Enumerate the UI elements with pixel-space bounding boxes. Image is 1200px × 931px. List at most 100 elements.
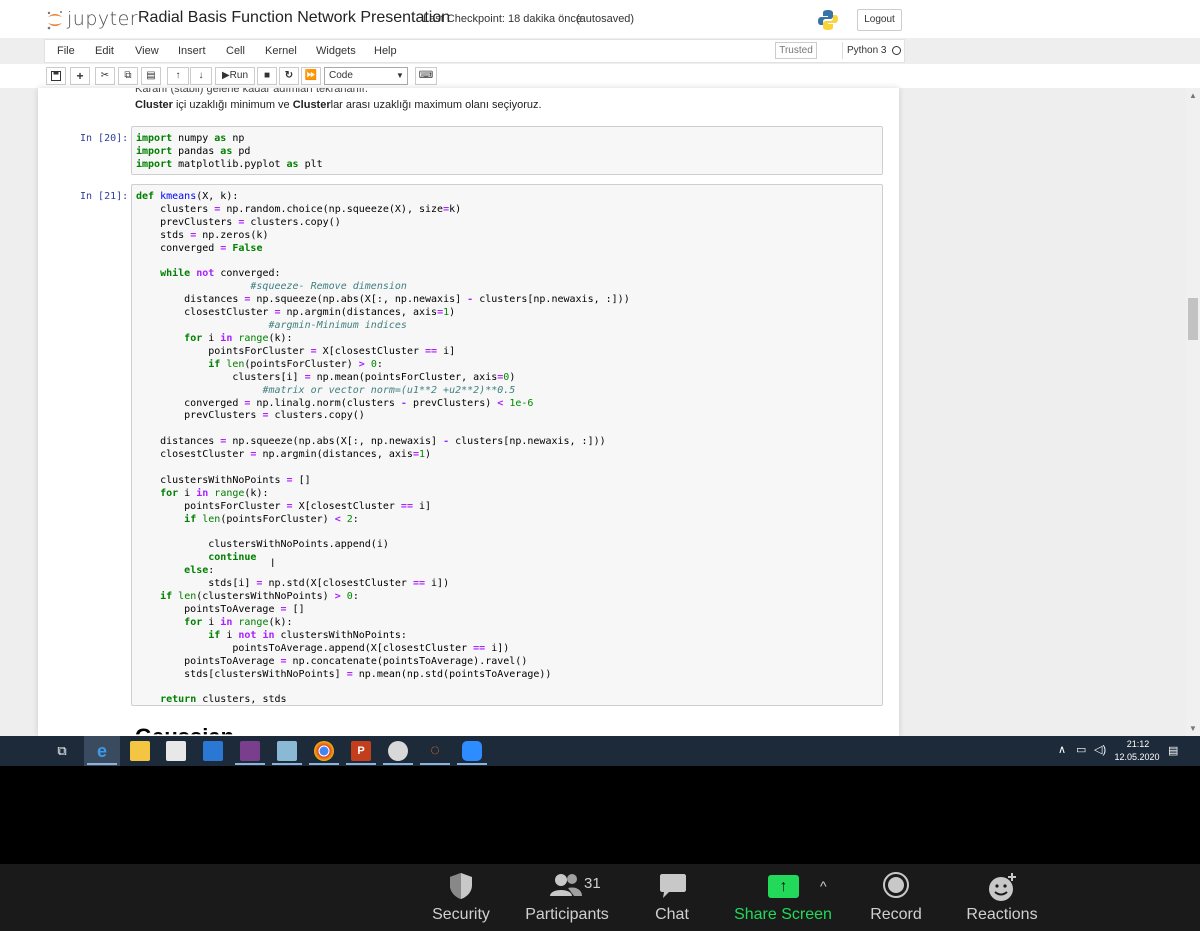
menu-kernel[interactable]: Kernel bbox=[265, 45, 297, 57]
logout-button[interactable]: Logout bbox=[857, 9, 902, 31]
code-imports: import numpy as np import pandas as pd i… bbox=[136, 133, 323, 170]
participants-button[interactable]: 31 Participants bbox=[520, 868, 614, 928]
scroll-down-icon[interactable]: ▼ bbox=[1189, 724, 1197, 733]
edge-active-indicator bbox=[87, 763, 117, 765]
chrome-active-indicator bbox=[309, 763, 339, 765]
menu-cell[interactable]: Cell bbox=[226, 45, 245, 57]
trusted-indicator[interactable]: Trusted bbox=[775, 42, 817, 59]
markdown-bold-1: Cluster bbox=[135, 99, 173, 111]
add-cell-icon[interactable]: + bbox=[70, 67, 90, 85]
chat-button[interactable]: Chat bbox=[646, 868, 698, 928]
record-button[interactable]: Record bbox=[866, 868, 926, 928]
chevron-down-icon: ▼ bbox=[396, 71, 404, 80]
reactions-label: Reactions bbox=[966, 906, 1038, 923]
powerpoint-icon[interactable]: P bbox=[351, 741, 371, 761]
jupyter-active-indicator bbox=[420, 763, 450, 765]
menu-insert[interactable]: Insert bbox=[178, 45, 206, 57]
notepad-active-indicator bbox=[272, 763, 302, 765]
clock-date[interactable]: 12.05.2020 bbox=[1112, 752, 1162, 762]
paint-active-indicator bbox=[383, 763, 413, 765]
powerpoint-active-indicator bbox=[346, 763, 376, 765]
edge-icon[interactable]: e bbox=[92, 741, 112, 761]
record-label: Record bbox=[870, 906, 922, 923]
participants-icon bbox=[550, 874, 582, 896]
clock-time[interactable]: 21:12 bbox=[1118, 739, 1158, 749]
notebook-page: Kararlı (stabil) gelene kadar adımları t… bbox=[38, 88, 899, 736]
paste-icon[interactable]: ▤ bbox=[141, 67, 161, 85]
markdown-text-mid: içi uzaklığı minimum ve bbox=[172, 99, 293, 111]
share-screen-label: Share Screen bbox=[734, 906, 832, 923]
mail-icon[interactable] bbox=[203, 741, 223, 761]
security-label: Security bbox=[432, 906, 490, 923]
jupyter-window: jupyter Radial Basis Function Network Pr… bbox=[0, 0, 1200, 766]
zoom-taskbar-icon[interactable] bbox=[462, 741, 482, 761]
fast-forward-icon[interactable]: ⏩ bbox=[301, 67, 321, 85]
text-cursor-icon: I bbox=[271, 556, 275, 570]
chrome-icon[interactable] bbox=[314, 741, 334, 761]
restart-icon[interactable]: ↻ bbox=[279, 67, 299, 85]
chat-icon bbox=[660, 874, 686, 898]
code-cell-kmeans[interactable]: def kmeans(X, k): clusters = np.random.c… bbox=[131, 184, 883, 706]
menu-edit[interactable]: Edit bbox=[95, 45, 114, 57]
menu-help[interactable]: Help bbox=[374, 45, 397, 57]
windows-taskbar: ⧉ e P ◌ bbox=[0, 736, 1200, 766]
store-icon[interactable] bbox=[166, 741, 186, 761]
markdown-heading-partial: Gaussian bbox=[135, 724, 234, 734]
stop-icon[interactable]: ■ bbox=[257, 67, 277, 85]
paint-icon[interactable] bbox=[388, 741, 408, 761]
scrollbar-thumb[interactable] bbox=[1188, 298, 1198, 340]
notebook-title[interactable]: Radial Basis Function Network Presentati… bbox=[138, 9, 450, 27]
cut-icon[interactable]: ✂ bbox=[95, 67, 115, 85]
zoom-active-indicator bbox=[457, 763, 487, 765]
scrollbar[interactable] bbox=[1186, 88, 1200, 736]
notification-icon[interactable]: ▤ bbox=[1168, 744, 1178, 757]
keyboard-icon[interactable]: ⌨ bbox=[415, 67, 437, 85]
code-cell-imports[interactable]: import numpy as np import pandas as pd i… bbox=[131, 126, 883, 175]
run-label: Run bbox=[229, 70, 249, 81]
notepad-icon[interactable] bbox=[277, 741, 297, 761]
checkpoint-status: Last Checkpoint: 18 dakika önce bbox=[423, 13, 582, 25]
copy-icon[interactable]: ⧉ bbox=[118, 67, 138, 85]
cell-prompt-21: In [21]: bbox=[80, 191, 129, 202]
reactions-button[interactable]: Reactions bbox=[962, 868, 1042, 928]
run-icon: ▶ bbox=[221, 70, 230, 81]
winrar-icon[interactable] bbox=[240, 741, 260, 761]
tray-chevron-icon[interactable]: ∧ bbox=[1058, 743, 1066, 756]
record-icon bbox=[883, 872, 909, 898]
jupyter-logo-icon bbox=[47, 11, 62, 30]
file-explorer-icon[interactable] bbox=[130, 741, 150, 761]
share-screen-button[interactable]: ↑ Share Screen bbox=[730, 868, 836, 928]
menu-widgets[interactable]: Widgets bbox=[316, 45, 356, 57]
reactions-icon bbox=[989, 873, 1016, 901]
battery-icon[interactable]: ▭ bbox=[1076, 743, 1086, 756]
run-button[interactable]: ▶Run bbox=[215, 67, 255, 85]
markdown-line-2: Cluster içi uzaklığı minimum ve Clusterl… bbox=[135, 98, 542, 112]
kernel-status-icon bbox=[892, 46, 901, 55]
markdown-cell[interactable]: Kararlı (stabil) gelene kadar adımları t… bbox=[135, 88, 542, 116]
share-options-chevron-icon[interactable]: ^ bbox=[820, 878, 827, 894]
task-view-icon[interactable]: ⧉ bbox=[52, 741, 72, 761]
security-button[interactable]: Security bbox=[425, 868, 497, 928]
autosave-status: (autosaved) bbox=[576, 13, 635, 25]
menu-file[interactable]: File bbox=[57, 45, 75, 57]
jupyter-header: jupyter Radial Basis Function Network Pr… bbox=[0, 0, 1200, 38]
move-down-icon[interactable]: ↓ bbox=[190, 67, 212, 85]
save-icon[interactable] bbox=[46, 67, 66, 85]
winrar-active-indicator bbox=[235, 763, 265, 765]
move-up-icon[interactable]: ↑ bbox=[167, 67, 189, 85]
markdown-line-1: Kararlı (stabil) gelene kadar adımları t… bbox=[135, 88, 368, 95]
code-kmeans: def kmeans(X, k): clusters = np.random.c… bbox=[136, 191, 630, 706]
jupyter-logo[interactable]: jupyter bbox=[46, 6, 138, 34]
notebook-toolbar: + ✂ ⧉ ▤ ↑ ↓ ▶Run ■ ↻ ⏩ Code ▼ ⌨ bbox=[0, 64, 1200, 88]
chat-label: Chat bbox=[655, 906, 689, 923]
markdown-bold-2: Cluster bbox=[292, 99, 331, 111]
volume-icon[interactable]: ◁) bbox=[1094, 743, 1106, 756]
menu-view[interactable]: View bbox=[135, 45, 159, 57]
scroll-up-icon[interactable]: ▲ bbox=[1189, 91, 1197, 100]
participants-label: Participants bbox=[525, 906, 609, 923]
shield-icon bbox=[450, 873, 472, 899]
share-screen-icon: ↑ bbox=[768, 875, 799, 898]
jupyter-taskbar-icon[interactable]: ◌ bbox=[425, 741, 445, 761]
cell-prompt-20: In [20]: bbox=[80, 133, 129, 144]
python-logo-icon bbox=[818, 10, 838, 30]
